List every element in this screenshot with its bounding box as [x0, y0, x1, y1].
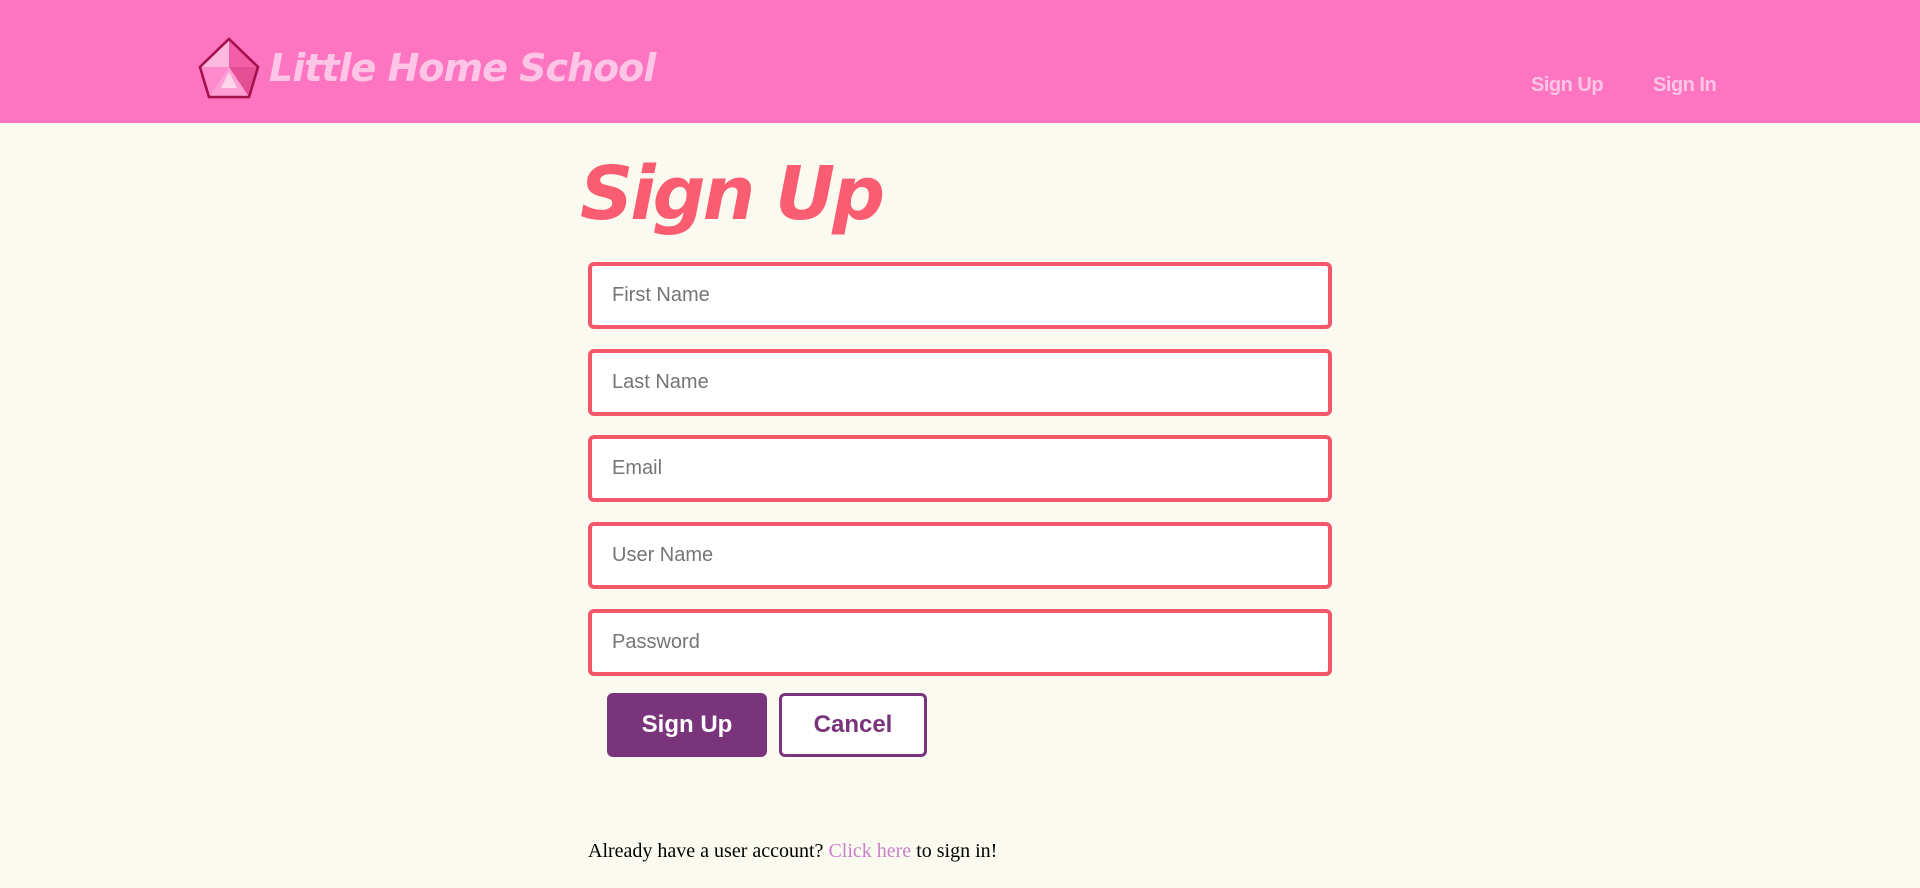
sign-up-button[interactable]: Sign Up [607, 693, 767, 757]
site-header: Little Home School Sign Up Sign In [0, 0, 1920, 123]
last-name-input[interactable] [588, 349, 1332, 416]
page-title: Sign Up [580, 151, 885, 237]
gem-icon [198, 37, 260, 99]
email-input[interactable] [588, 435, 1332, 502]
nav-sign-up-link[interactable]: Sign Up [1531, 74, 1604, 97]
sign-in-prompt-suffix: to sign in! [916, 840, 998, 862]
first-name-input[interactable] [588, 262, 1332, 329]
header-nav: Sign Up Sign In [1531, 74, 1717, 97]
sign-in-prompt: Already have a user account? Click here … [588, 840, 997, 863]
sign-in-link[interactable]: Click here [828, 840, 911, 862]
site-logo[interactable]: Little Home School [197, 36, 656, 100]
cancel-button[interactable]: Cancel [779, 693, 927, 757]
site-brand: Little Home School [269, 46, 656, 90]
nav-sign-in-link[interactable]: Sign In [1653, 74, 1717, 97]
password-input[interactable] [588, 609, 1332, 676]
user-name-input[interactable] [588, 522, 1332, 589]
sign-in-prompt-text: Already have a user account? [588, 840, 824, 862]
